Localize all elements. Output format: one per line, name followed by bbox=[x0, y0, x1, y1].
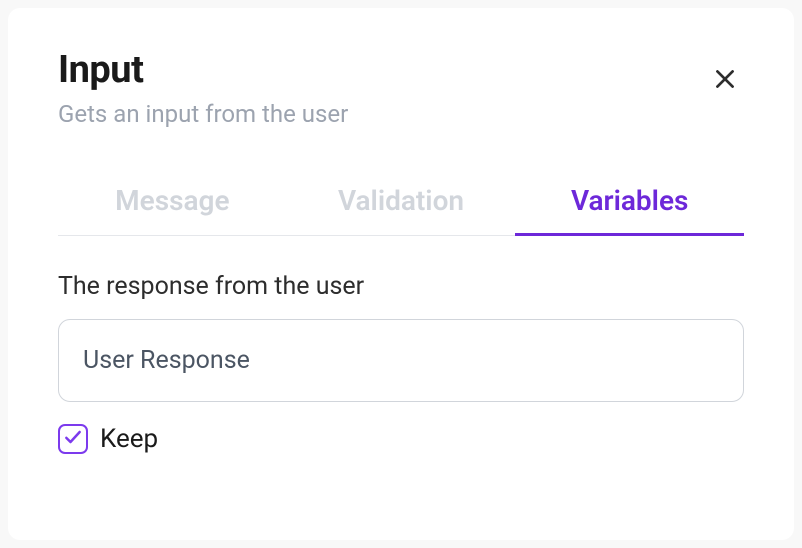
response-field-label: The response from the user bbox=[58, 272, 744, 301]
tab-message[interactable]: Message bbox=[58, 176, 287, 235]
variables-section: The response from the user Keep bbox=[58, 272, 744, 454]
keep-checkbox[interactable] bbox=[58, 424, 88, 454]
header-row: Input Gets an input from the user bbox=[58, 48, 744, 128]
keep-checkbox-label[interactable]: Keep bbox=[100, 424, 158, 454]
user-response-input[interactable] bbox=[58, 319, 744, 402]
tab-validation[interactable]: Validation bbox=[287, 176, 516, 235]
check-icon bbox=[63, 427, 83, 451]
panel-title: Input bbox=[58, 48, 348, 92]
keep-checkbox-row: Keep bbox=[58, 424, 744, 454]
close-icon bbox=[712, 66, 738, 95]
close-button[interactable] bbox=[706, 60, 744, 101]
tab-variables[interactable]: Variables bbox=[515, 176, 744, 235]
panel-subtitle: Gets an input from the user bbox=[58, 100, 348, 128]
input-config-panel: Input Gets an input from the user Messag… bbox=[8, 8, 794, 540]
tab-bar: Message Validation Variables bbox=[58, 176, 744, 236]
header-text: Input Gets an input from the user bbox=[58, 48, 348, 128]
